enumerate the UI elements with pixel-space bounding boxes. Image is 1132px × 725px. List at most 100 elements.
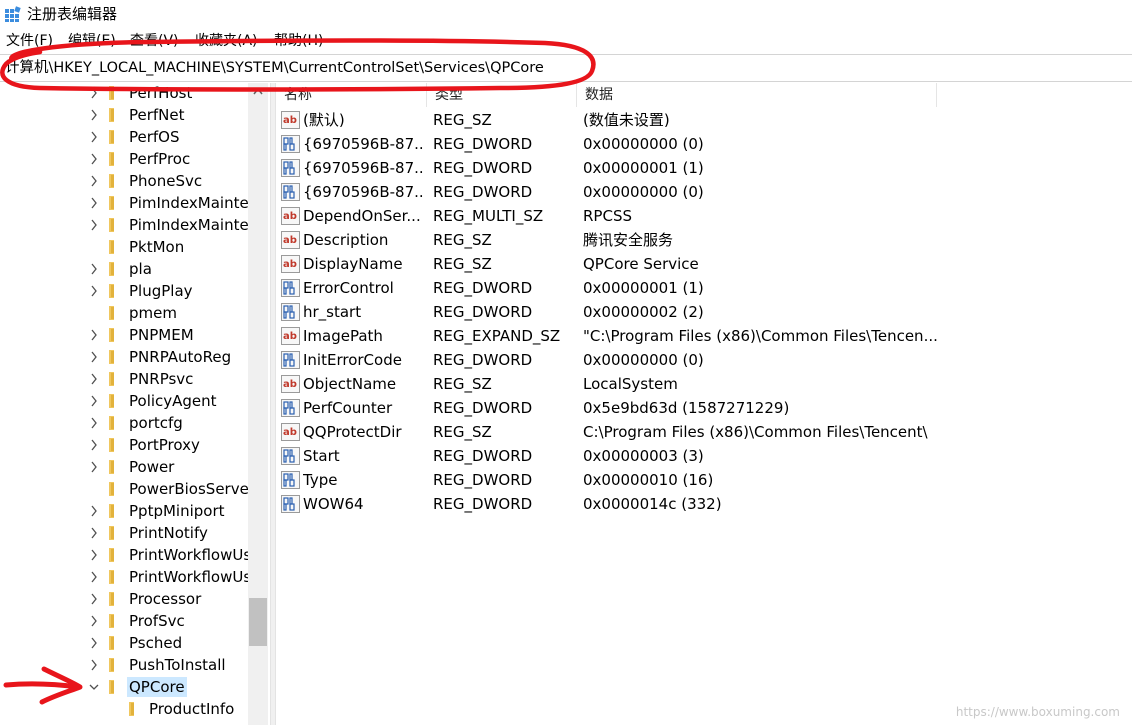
menu-help[interactable]: 帮助(H) [274, 32, 323, 50]
tree-node[interactable]: PowerBiosServe [0, 478, 249, 500]
value-row[interactable]: {6970596B-87... REG_DWORD 0x00000000 (0) [276, 180, 1132, 204]
value-row[interactable]: hr_start REG_DWORD 0x00000002 (2) [276, 300, 1132, 324]
tree-node[interactable]: Power [0, 456, 248, 478]
value-row[interactable]: Start REG_DWORD 0x00000003 (3) [276, 444, 1132, 468]
tree-node[interactable]: PrintWorkflowUs [0, 544, 251, 566]
tree-node[interactable]: PNRPAutoReg [0, 346, 248, 368]
value-row[interactable]: WOW64 REG_DWORD 0x0000014c (332) [276, 492, 1132, 516]
tree-node[interactable]: portcfg [0, 412, 248, 434]
scroll-up-arrow-icon[interactable] [253, 87, 263, 95]
folder-icon [109, 86, 114, 100]
value-row[interactable]: ab ObjectName REG_SZ LocalSystem [276, 372, 1132, 396]
tree-scrollbar[interactable] [248, 83, 268, 725]
tree-node[interactable]: PortProxy [0, 434, 248, 456]
tree-node[interactable]: QPCore [0, 676, 248, 698]
chevron-down-icon[interactable] [89, 681, 99, 693]
value-row[interactable]: ab ImagePath REG_EXPAND_SZ "C:\Program File… [276, 324, 1132, 348]
chevron-right-icon[interactable] [89, 505, 99, 517]
address-bar[interactable]: 计算机\HKEY_LOCAL_MACHINE\SYSTEM\CurrentCon… [0, 54, 1132, 82]
tree-node[interactable]: PerfProc [0, 148, 248, 170]
chevron-right-icon[interactable] [89, 131, 99, 143]
chevron-right-icon[interactable] [89, 87, 99, 99]
value-row[interactable]: InitErrorCode REG_DWORD 0x00000000 (0) [276, 348, 1132, 372]
value-name: DependOnSer... [303, 207, 421, 225]
chevron-right-icon[interactable] [89, 571, 99, 583]
chevron-right-icon[interactable] [89, 659, 99, 671]
value-data: 0x00000001 (1) [583, 279, 704, 297]
chevron-right-icon[interactable] [89, 153, 99, 165]
value-type: REG_DWORD [433, 471, 533, 489]
tree-node-label: pmem [129, 304, 177, 322]
binary-value-icon [281, 135, 300, 153]
tree-node[interactable]: PNPMEM [0, 324, 248, 346]
tree-node[interactable]: pla [0, 258, 248, 280]
chevron-right-icon[interactable] [89, 373, 99, 385]
value-row[interactable]: {6970596B-87... REG_DWORD 0x00000001 (1) [276, 156, 1132, 180]
tree-node[interactable]: PerfHost [0, 83, 248, 104]
chevron-right-icon[interactable] [89, 615, 99, 627]
chevron-right-icon[interactable] [89, 285, 99, 297]
svg-text:ab: ab [283, 259, 297, 270]
value-row[interactable]: ab Description REG_SZ 腾讯安全服务 [276, 228, 1132, 252]
tree-node[interactable]: Psched [0, 632, 248, 654]
tree-node[interactable]: PhoneSvc [0, 170, 248, 192]
tree-node-label: Processor [129, 590, 202, 608]
tree-node[interactable]: PerfNet [0, 104, 248, 126]
chevron-right-icon[interactable] [89, 461, 99, 473]
chevron-right-icon[interactable] [89, 109, 99, 121]
tree-node[interactable]: PrintNotify [0, 522, 248, 544]
value-name: PerfCounter [303, 399, 393, 417]
menu-favorites[interactable]: 收藏夹(A) [195, 32, 258, 50]
column-header-type[interactable]: 类型 [427, 83, 577, 107]
value-row[interactable]: ab QQProtectDir REG_SZ C:\Program Files (x8… [276, 420, 1132, 444]
chevron-right-icon[interactable] [89, 175, 99, 187]
chevron-right-icon[interactable] [89, 417, 99, 429]
tree-node[interactable]: PolicyAgent [0, 390, 248, 412]
menu-file[interactable]: 文件(F) [6, 32, 53, 50]
tree-node[interactable]: PNRPsvc [0, 368, 248, 390]
value-type: REG_DWORD [433, 159, 533, 177]
address-path[interactable]: 计算机\HKEY_LOCAL_MACHINE\SYSTEM\CurrentCon… [5, 59, 544, 77]
tree-node[interactable]: ProductInfo [0, 698, 248, 720]
tree-node[interactable]: PrintWorkflowUs [0, 566, 251, 588]
value-data: RPCSS [583, 207, 632, 225]
chevron-right-icon[interactable] [89, 527, 99, 539]
value-row[interactable]: ab DependOnSer... REG_MULTI_SZ RPCSS [276, 204, 1132, 228]
tree-node[interactable]: PktMon [0, 236, 248, 258]
value-row[interactable]: {6970596B-87... REG_DWORD 0x00000000 (0) [276, 132, 1132, 156]
column-header-name[interactable]: 名称 [276, 83, 427, 107]
tree-node[interactable]: Processor [0, 588, 248, 610]
folder-icon [109, 152, 114, 166]
chevron-right-icon[interactable] [89, 439, 99, 451]
chevron-right-icon[interactable] [89, 329, 99, 341]
value-row[interactable]: PerfCounter REG_DWORD 0x5e9bd63d (15872712… [276, 396, 1132, 420]
value-row[interactable]: ErrorControl REG_DWORD 0x00000001 (1) [276, 276, 1132, 300]
value-row[interactable]: ab DisplayName REG_SZ QPCore Service [276, 252, 1132, 276]
chevron-right-icon[interactable] [89, 351, 99, 363]
chevron-right-icon[interactable] [89, 395, 99, 407]
menu-edit[interactable]: 编辑(E) [68, 32, 116, 50]
folder-icon [109, 482, 114, 496]
tree-node[interactable]: PushToInstall [0, 654, 248, 676]
chevron-right-icon[interactable] [89, 263, 99, 275]
menu-view[interactable]: 查看(V) [130, 32, 179, 50]
value-row[interactable]: Type REG_DWORD 0x00000010 (16) [276, 468, 1132, 492]
chevron-right-icon[interactable] [89, 593, 99, 605]
value-data: 0x0000014c (332) [583, 495, 722, 513]
tree-node[interactable]: ProfSvc [0, 610, 248, 632]
tree-node[interactable]: PlugPlay [0, 280, 248, 302]
folder-icon [109, 636, 114, 650]
chevron-right-icon[interactable] [89, 549, 99, 561]
chevron-right-icon[interactable] [89, 637, 99, 649]
column-header-data[interactable]: 数据 [577, 83, 937, 107]
tree-node[interactable]: PimIndexMainte [0, 214, 249, 236]
tree-node-label: PimIndexMainte [129, 216, 249, 234]
value-row[interactable]: ab (默认) REG_SZ (数值未设置) [276, 108, 1132, 132]
tree-node[interactable]: PimIndexMainte [0, 192, 249, 214]
tree-node[interactable]: PerfOS [0, 126, 248, 148]
chevron-right-icon[interactable] [89, 197, 99, 209]
tree-node[interactable]: pmem [0, 302, 248, 324]
tree-node[interactable]: PptpMiniport [0, 500, 248, 522]
scroll-thumb[interactable] [249, 598, 267, 646]
chevron-right-icon[interactable] [89, 219, 99, 231]
